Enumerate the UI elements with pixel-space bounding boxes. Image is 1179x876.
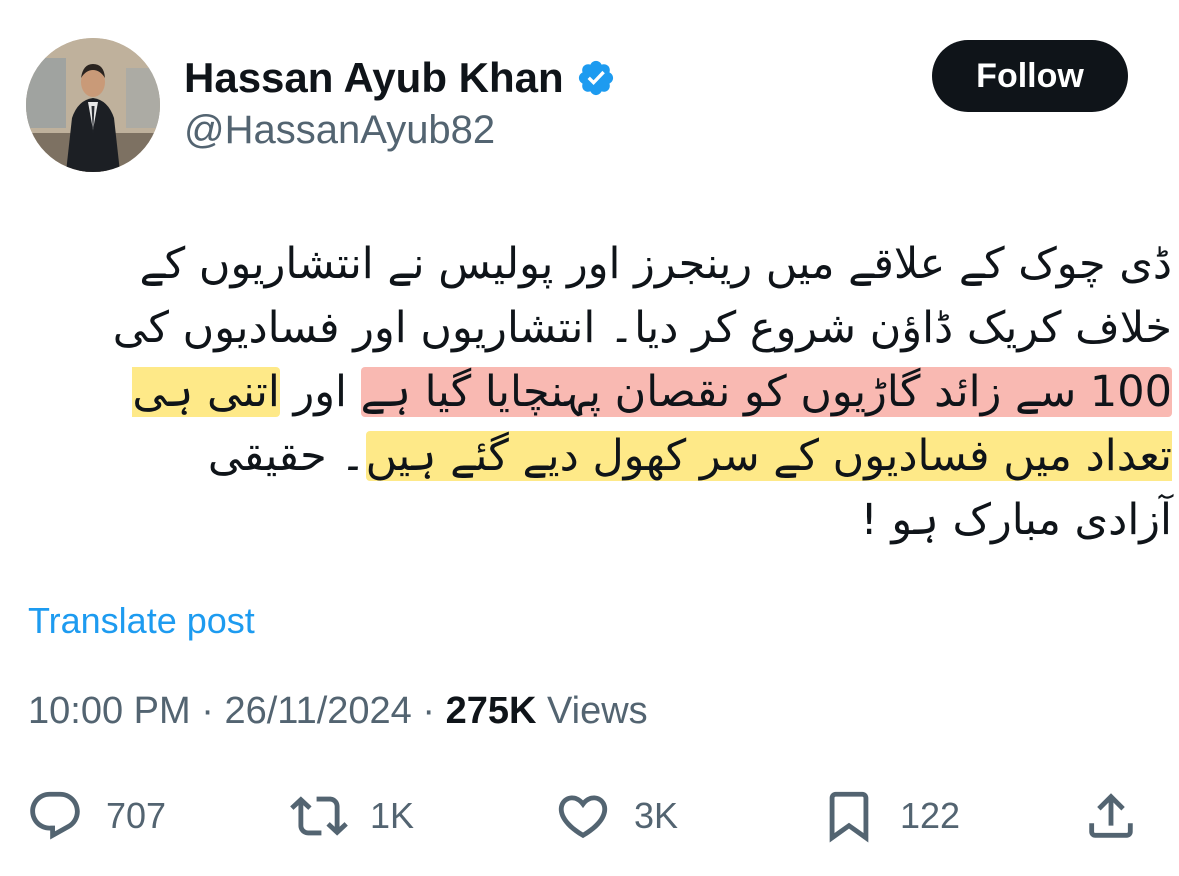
post-text-segment: اور — [279, 367, 361, 417]
bookmark-icon — [829, 791, 869, 843]
meta-separator: · — [411, 690, 446, 732]
share-icon — [1089, 793, 1133, 838]
verified-badge-icon — [576, 58, 616, 98]
like-icon — [558, 795, 608, 839]
like-button[interactable]: 3K — [554, 780, 678, 852]
like-count: 3K — [634, 795, 679, 836]
retweet-icon — [290, 796, 348, 836]
share-button[interactable] — [1082, 780, 1140, 852]
author-name-row[interactable]: Hassan Ayub Khan — [184, 50, 616, 106]
action-bar: 707 1K 3K 122 — [0, 780, 1179, 852]
views-label: Views — [547, 690, 648, 732]
repost-button[interactable]: 1K — [290, 780, 414, 852]
bookmark-count: 122 — [900, 795, 961, 836]
reply-icon — [30, 791, 80, 840]
avatar[interactable] — [26, 38, 160, 172]
meta-separator: · — [190, 690, 225, 732]
post-text-segment: ڈی چوک کے علاقے میں رینجرز اور پولیس نے … — [112, 239, 1172, 353]
repost-count: 1K — [370, 795, 415, 836]
views-count: 275K — [445, 690, 537, 732]
reply-button[interactable]: 707 — [26, 780, 166, 852]
reply-count: 707 — [106, 795, 167, 836]
follow-button[interactable]: Follow — [932, 40, 1128, 112]
bookmark-button[interactable]: 122 — [820, 780, 960, 852]
translate-post-link[interactable]: Translate post — [28, 600, 255, 642]
post-text: ڈی چوک کے علاقے میں رینجرز اور پولیس نے … — [104, 232, 1172, 552]
post-date[interactable]: 26/11/2024 — [224, 690, 411, 732]
post-meta: 10:00 PM · 26/11/2024 · 275K Views — [28, 690, 648, 733]
avatar-image — [26, 38, 160, 172]
author-name[interactable]: Hassan Ayub Khan — [184, 54, 564, 102]
author-handle[interactable]: @HassanAyub82 — [184, 108, 495, 153]
post-text-highlight-red: 100 سے زائد گاڑیوں کو نقصان پہنچایا گیا … — [360, 367, 1172, 417]
post-time[interactable]: 10:00 PM — [28, 690, 191, 732]
